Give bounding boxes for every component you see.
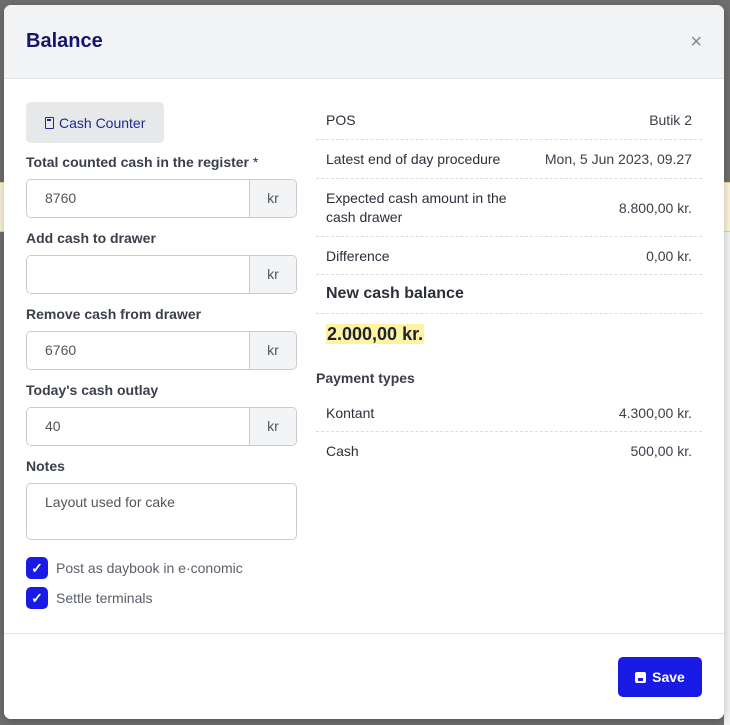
- pos-row: POS Butik 2: [316, 101, 702, 140]
- total-counted-field[interactable]: 8760 kr: [26, 179, 297, 218]
- cash-counter-label: Cash Counter: [59, 114, 146, 131]
- pos-value: Butik 2: [649, 112, 692, 128]
- latest-eod-row: Latest end of day procedure Mon, 5 Jun 2…: [316, 140, 702, 179]
- total-counted-input[interactable]: 8760: [27, 180, 249, 217]
- modal-footer: Save: [4, 633, 724, 719]
- post-daybook-checkbox[interactable]: ✓: [26, 557, 48, 579]
- post-daybook-label: Post as daybook in e·conomic: [56, 560, 243, 576]
- payment-type-value: 4.300,00 kr.: [618, 404, 692, 421]
- settle-terminals-label: Settle terminals: [56, 590, 153, 606]
- payment-type-value: 500,00 kr.: [630, 442, 693, 459]
- currency-addon: kr: [249, 408, 296, 445]
- save-label: Save: [652, 669, 685, 685]
- remove-cash-input[interactable]: 6760: [27, 332, 249, 369]
- floppy-disk-icon: [635, 671, 647, 683]
- close-icon[interactable]: ×: [690, 32, 702, 52]
- remove-cash-label: Remove cash from drawer: [26, 306, 202, 322]
- difference-row: Difference 0,00 kr.: [316, 237, 702, 275]
- cash-counter-button[interactable]: Cash Counter: [26, 102, 165, 143]
- currency-addon: kr: [249, 332, 296, 369]
- balance-modal: Balance × Cash Counter Total counted cas…: [4, 5, 724, 719]
- settle-terminals-checkbox-row[interactable]: ✓ Settle terminals: [26, 587, 297, 609]
- difference-value: 0,00 kr.: [646, 247, 692, 264]
- payment-types-title: Payment types: [316, 370, 415, 386]
- balance-summary: POS Butik 2 Latest end of day procedure …: [316, 101, 702, 469]
- currency-addon: kr: [249, 256, 296, 293]
- expected-cash-label: Expected cash amount in the cash drawer: [326, 189, 507, 225]
- notes-textarea[interactable]: Layout used for cake: [26, 483, 297, 540]
- modal-header: Balance ×: [4, 5, 724, 79]
- payment-type-row: Kontant 4.300,00 kr.: [316, 394, 702, 432]
- summary-table: POS Butik 2 Latest end of day procedure …: [316, 101, 702, 364]
- background-page: [724, 232, 730, 725]
- expected-cash-value: 8.800,00 kr.: [618, 199, 692, 216]
- save-button[interactable]: Save: [618, 657, 702, 697]
- add-cash-label: Add cash to drawer: [26, 230, 156, 246]
- currency-addon: kr: [249, 180, 296, 217]
- latest-eod-value: Mon, 5 Jun 2023, 09.27: [544, 151, 692, 167]
- modal-body: Cash Counter Total counted cash in the r…: [4, 79, 724, 633]
- cash-outlay-input[interactable]: 40: [27, 408, 249, 445]
- pos-label: POS: [326, 112, 356, 128]
- payment-type-label: Cash: [326, 442, 359, 459]
- add-cash-input[interactable]: [27, 256, 249, 293]
- cash-form: Cash Counter Total counted cash in the r…: [26, 102, 297, 609]
- add-cash-field[interactable]: kr: [26, 255, 297, 294]
- payment-type-label: Kontant: [326, 404, 375, 421]
- remove-cash-field[interactable]: 6760 kr: [26, 331, 297, 370]
- required-mark: *: [252, 154, 259, 170]
- payment-types-table: Kontant 4.300,00 kr. Cash 500,00 kr.: [316, 394, 702, 469]
- post-daybook-checkbox-row[interactable]: ✓ Post as daybook in e·conomic: [26, 557, 297, 579]
- cash-outlay-label: Today's cash outlay: [26, 382, 159, 398]
- latest-eod-label: Latest end of day procedure: [326, 151, 501, 167]
- new-cash-balance-value-wrap: 2.000,00 kr.: [316, 314, 702, 364]
- difference-label: Difference: [326, 247, 390, 264]
- new-cash-balance-value: 2.000,00 kr.: [326, 324, 425, 344]
- calculator-icon: [45, 116, 54, 129]
- expected-cash-row: Expected cash amount in the cash drawer …: [316, 179, 702, 237]
- notes-label: Notes: [26, 458, 65, 474]
- modal-title: Balance: [26, 30, 103, 52]
- payment-type-row: Cash 500,00 kr.: [316, 432, 702, 469]
- settle-terminals-checkbox[interactable]: ✓: [26, 587, 48, 609]
- total-counted-label: Total counted cash in the register *: [26, 154, 259, 170]
- new-cash-balance-label: New cash balance: [316, 275, 702, 314]
- cash-outlay-field[interactable]: 40 kr: [26, 407, 297, 446]
